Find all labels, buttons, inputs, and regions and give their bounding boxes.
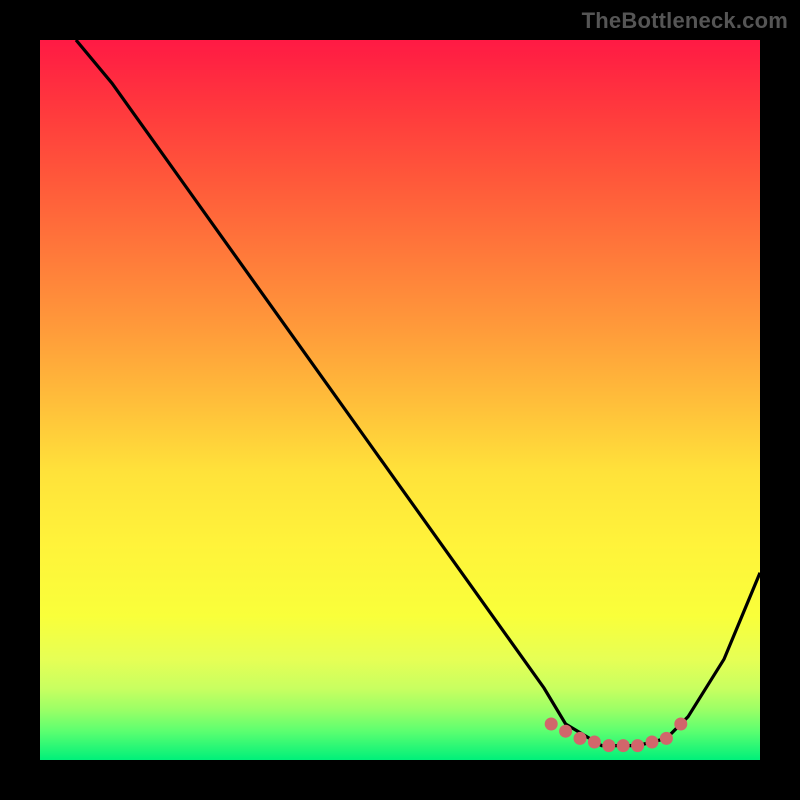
flat-region-dot — [674, 718, 687, 731]
chart-frame: TheBottleneck.com — [0, 0, 800, 800]
flat-region-dot — [588, 736, 601, 749]
flat-region-dot — [631, 739, 644, 752]
flat-region-dot — [559, 725, 572, 738]
flat-region-dot — [617, 739, 630, 752]
curve-svg — [40, 40, 760, 760]
flat-region-dot — [602, 739, 615, 752]
plot-area — [40, 40, 760, 760]
watermark-text: TheBottleneck.com — [582, 8, 788, 34]
flat-region-dot — [574, 732, 587, 745]
bottleneck-curve — [76, 40, 760, 746]
flat-region-dot — [646, 736, 659, 749]
flat-region-dot — [545, 718, 558, 731]
flat-region-dot — [660, 732, 673, 745]
